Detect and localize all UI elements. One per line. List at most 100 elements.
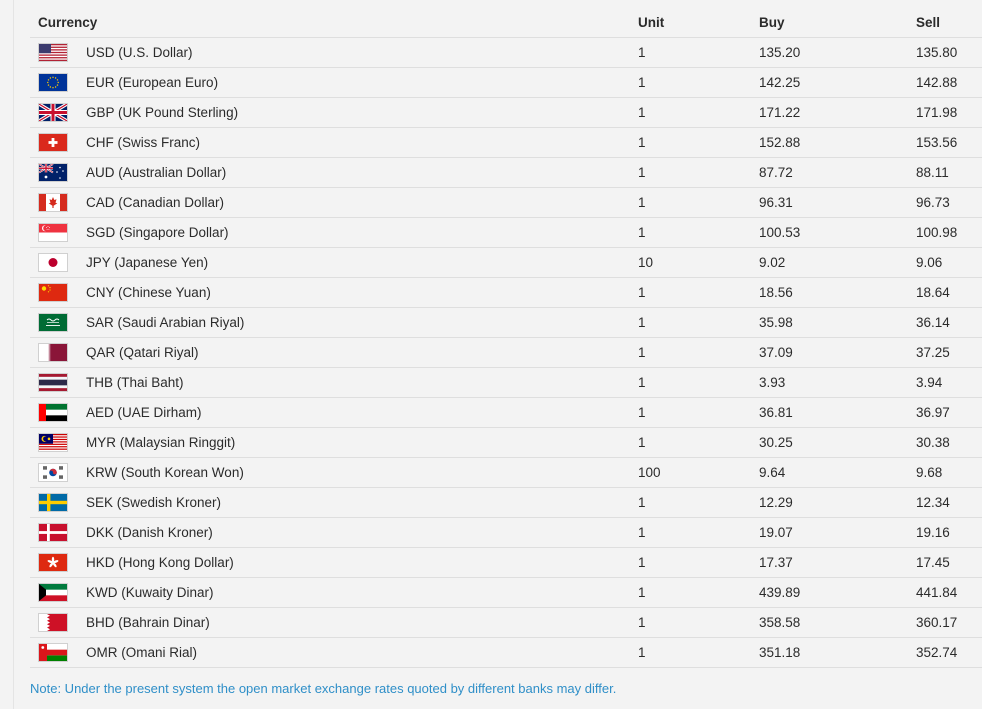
sell-rate: 17.45 xyxy=(916,555,950,570)
table-row: CNY (Chinese Yuan) 1 18.56 18.64 xyxy=(30,278,982,308)
buy-rate: 35.98 xyxy=(759,315,793,330)
qa-flag-icon xyxy=(38,343,68,362)
eu-flag-icon xyxy=(38,73,68,92)
sell-rate: 171.98 xyxy=(916,105,958,120)
table-row: USD (U.S. Dollar) 1 135.20 135.80 xyxy=(30,38,982,68)
sell-rate: 360.17 xyxy=(916,615,958,630)
unit-value: 1 xyxy=(638,195,646,210)
buy-rate: 17.37 xyxy=(759,555,793,570)
currency-name: USD (U.S. Dollar) xyxy=(86,45,193,60)
sell-rate: 153.56 xyxy=(916,135,958,150)
sell-rate: 12.34 xyxy=(916,495,950,510)
sell-rate: 30.38 xyxy=(916,435,950,450)
unit-value: 1 xyxy=(638,555,646,570)
table-row: DKK (Danish Kroner) 1 19.07 19.16 xyxy=(30,518,982,548)
currency-name: KRW (South Korean Won) xyxy=(86,465,244,480)
jp-flag-icon xyxy=(38,253,68,272)
left-divider xyxy=(13,0,14,709)
table-row: OMR (Omani Rial) 1 351.18 352.74 xyxy=(30,638,982,668)
sg-flag-icon xyxy=(38,223,68,242)
table-row: JPY (Japanese Yen) 10 9.02 9.06 xyxy=(30,248,982,278)
unit-value: 1 xyxy=(638,45,646,60)
unit-value: 1 xyxy=(638,615,646,630)
th-flag-icon xyxy=(38,373,68,392)
table-row: SAR (Saudi Arabian Riyal) 1 35.98 36.14 xyxy=(30,308,982,338)
my-flag-icon xyxy=(38,433,68,452)
sell-rate: 36.14 xyxy=(916,315,950,330)
buy-rate: 100.53 xyxy=(759,225,801,240)
table-row: SEK (Swedish Kroner) 1 12.29 12.34 xyxy=(30,488,982,518)
table-row: SGD (Singapore Dollar) 1 100.53 100.98 xyxy=(30,218,982,248)
om-flag-icon xyxy=(38,643,68,662)
sell-column-header: Sell xyxy=(916,15,941,30)
unit-value: 1 xyxy=(638,105,646,120)
sa-flag-icon xyxy=(38,313,68,332)
currency-name: CHF (Swiss Franc) xyxy=(86,135,200,150)
currency-column-header: Currency xyxy=(38,15,98,30)
sell-rate: 441.84 xyxy=(916,585,958,600)
unit-value: 1 xyxy=(638,525,646,540)
table-row: GBP (UK Pound Sterling) 1 171.22 171.98 xyxy=(30,98,982,128)
buy-rate: 171.22 xyxy=(759,105,801,120)
buy-rate: 30.25 xyxy=(759,435,793,450)
sell-rate: 3.94 xyxy=(916,375,943,390)
currency-name: SGD (Singapore Dollar) xyxy=(86,225,229,240)
currency-name: KWD (Kuwaity Dinar) xyxy=(86,585,214,600)
table-row: THB (Thai Baht) 1 3.93 3.94 xyxy=(30,368,982,398)
unit-value: 1 xyxy=(638,405,646,420)
currency-name: AED (UAE Dirham) xyxy=(86,405,202,420)
unit-value: 1 xyxy=(638,75,646,90)
table-row: HKD (Hong Kong Dollar) 1 17.37 17.45 xyxy=(30,548,982,578)
buy-rate: 96.31 xyxy=(759,195,793,210)
ae-flag-icon xyxy=(38,403,68,422)
se-flag-icon xyxy=(38,493,68,512)
sell-rate: 19.16 xyxy=(916,525,950,540)
unit-column-header: Unit xyxy=(638,15,665,30)
dk-flag-icon xyxy=(38,523,68,542)
bh-flag-icon xyxy=(38,613,68,632)
buy-rate: 19.07 xyxy=(759,525,793,540)
buy-rate: 439.89 xyxy=(759,585,801,600)
table-row: MYR (Malaysian Ringgit) 1 30.25 30.38 xyxy=(30,428,982,458)
table-header-row: Currency Unit Buy Sell xyxy=(30,8,982,38)
unit-value: 1 xyxy=(638,165,646,180)
unit-value: 1 xyxy=(638,645,646,660)
unit-value: 1 xyxy=(638,495,646,510)
buy-rate: 3.93 xyxy=(759,375,786,390)
currency-name: HKD (Hong Kong Dollar) xyxy=(86,555,234,570)
buy-rate: 18.56 xyxy=(759,285,793,300)
ch-flag-icon xyxy=(38,133,68,152)
currency-name: AUD (Australian Dollar) xyxy=(86,165,227,180)
buy-rate: 12.29 xyxy=(759,495,793,510)
unit-value: 1 xyxy=(638,225,646,240)
currency-name: QAR (Qatari Riyal) xyxy=(86,345,199,360)
uk-flag-icon xyxy=(38,103,68,122)
currency-name: OMR (Omani Rial) xyxy=(86,645,198,660)
currency-name: DKK (Danish Kroner) xyxy=(86,525,213,540)
sell-rate: 142.88 xyxy=(916,75,958,90)
sell-rate: 36.97 xyxy=(916,405,950,420)
sell-rate: 96.73 xyxy=(916,195,950,210)
buy-rate: 152.88 xyxy=(759,135,801,150)
buy-rate: 9.02 xyxy=(759,255,786,270)
table-row: CHF (Swiss Franc) 1 152.88 153.56 xyxy=(30,128,982,158)
currency-name: EUR (European Euro) xyxy=(86,75,219,90)
sell-rate: 9.06 xyxy=(916,255,943,270)
currency-name: CAD (Canadian Dollar) xyxy=(86,195,225,210)
buy-rate: 351.18 xyxy=(759,645,801,660)
buy-rate: 36.81 xyxy=(759,405,793,420)
table-row: AED (UAE Dirham) 1 36.81 36.97 xyxy=(30,398,982,428)
currency-name: CNY (Chinese Yuan) xyxy=(86,285,211,300)
currency-name: SEK (Swedish Kroner) xyxy=(86,495,222,510)
unit-value: 1 xyxy=(638,285,646,300)
unit-value: 1 xyxy=(638,435,646,450)
unit-value: 1 xyxy=(638,135,646,150)
sell-rate: 135.80 xyxy=(916,45,958,60)
unit-value: 10 xyxy=(638,255,654,270)
buy-rate: 37.09 xyxy=(759,345,793,360)
cn-flag-icon xyxy=(38,283,68,302)
currency-name: JPY (Japanese Yen) xyxy=(86,255,209,270)
unit-value: 1 xyxy=(638,375,646,390)
sell-rate: 352.74 xyxy=(916,645,958,660)
table-row: EUR (European Euro) 1 142.25 142.88 xyxy=(30,68,982,98)
